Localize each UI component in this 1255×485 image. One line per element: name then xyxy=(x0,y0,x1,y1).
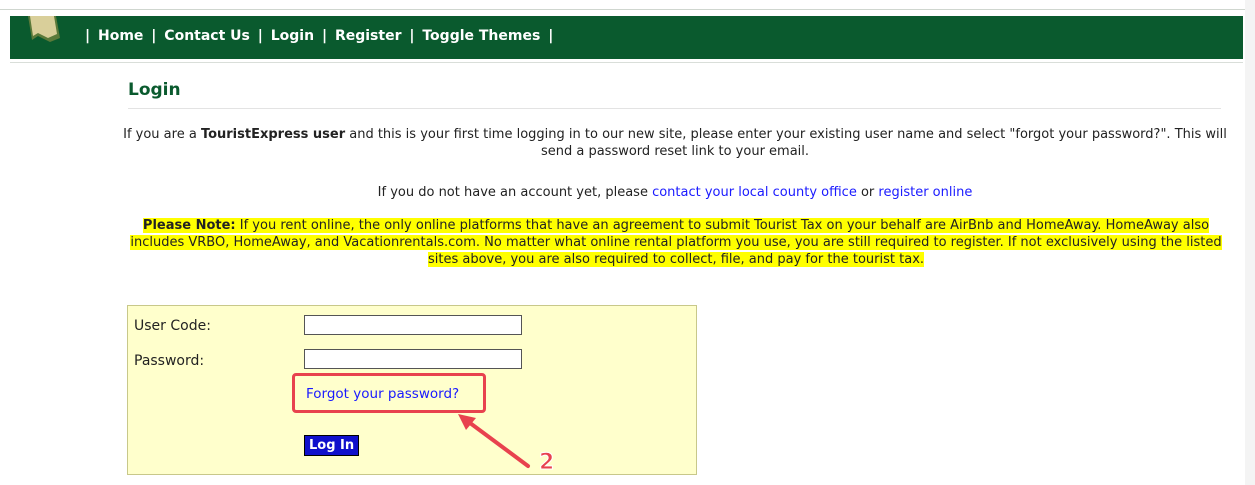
annotation-number: 2 xyxy=(539,450,554,475)
annotation-arrow-icon: 2 xyxy=(458,414,555,476)
